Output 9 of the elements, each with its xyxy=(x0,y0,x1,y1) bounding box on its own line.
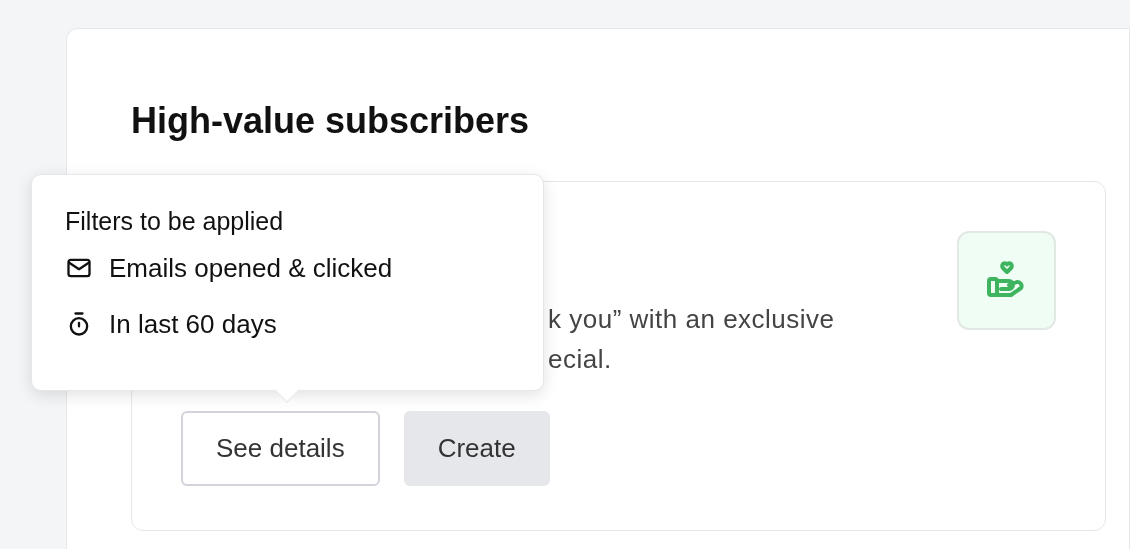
filter-label: Emails opened & clicked xyxy=(109,252,393,285)
create-button[interactable]: Create xyxy=(403,411,550,486)
filter-label: In last 60 days xyxy=(109,308,277,341)
see-details-button[interactable]: See details xyxy=(181,411,380,486)
tooltip-title: Filters to be applied xyxy=(65,206,285,237)
gift-hand-icon xyxy=(957,231,1056,330)
card-description: ecial. xyxy=(548,343,613,376)
section-heading: High-value subscribers xyxy=(131,99,531,143)
card-description: k you” with an exclusive xyxy=(548,303,836,336)
